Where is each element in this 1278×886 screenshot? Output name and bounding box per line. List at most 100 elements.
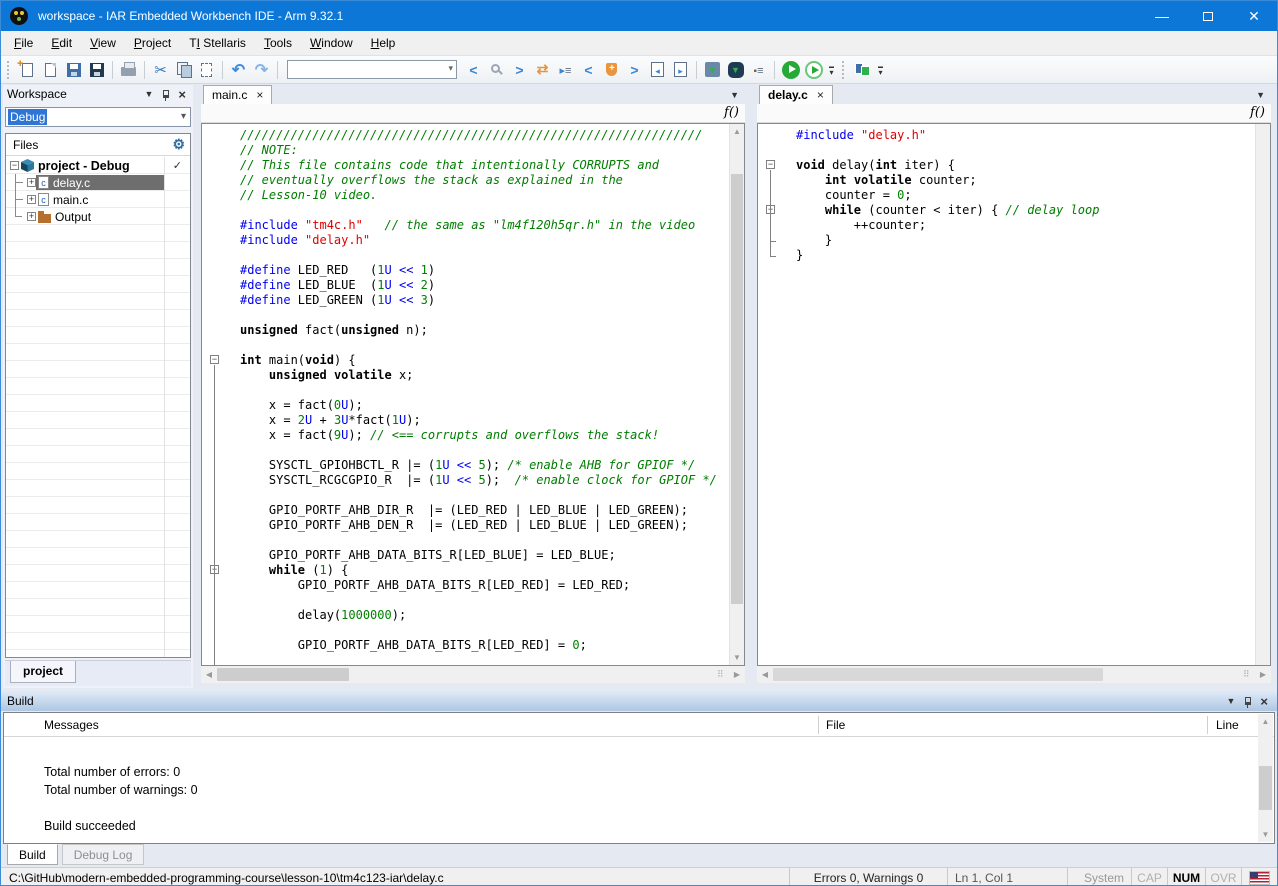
- toolbar-overflow-icon[interactable]: ▾: [825, 60, 838, 80]
- toolbar-search-combo[interactable]: [287, 60, 457, 79]
- horizontal-scrollbar-delay[interactable]: ◀ ⠿ ▶: [757, 666, 1271, 683]
- next-document-icon: [674, 62, 687, 77]
- tree-item-delay-c[interactable]: +cdelay.c: [6, 174, 190, 191]
- panel-menu-icon[interactable]: ▼: [144, 89, 153, 99]
- fold-collapse-icon[interactable]: −: [210, 355, 219, 364]
- code-content-main[interactable]: ////////////////////////////////////////…: [240, 124, 729, 665]
- tree-item-output[interactable]: +Output: [6, 208, 190, 225]
- tree-item-project-debug[interactable]: −project - Debug✓: [6, 157, 190, 174]
- copy-button[interactable]: [172, 58, 195, 81]
- copy-icon: [179, 64, 189, 76]
- goto-function-button[interactable]: f(): [1250, 105, 1265, 120]
- pin-icon[interactable]: [1245, 697, 1251, 705]
- add-bookmark-button[interactable]: [600, 58, 623, 81]
- scroll-thumb[interactable]: [1259, 766, 1272, 810]
- menu-project[interactable]: Project: [125, 32, 180, 54]
- toolbar-grip[interactable]: [842, 61, 847, 79]
- menu-edit[interactable]: Edit: [42, 32, 81, 54]
- code-content-delay[interactable]: #include "delay.h"void delay(int iter) {…: [796, 124, 1255, 665]
- menu-view[interactable]: View: [81, 32, 125, 54]
- sfr-setup-button[interactable]: [851, 58, 874, 81]
- minimize-button[interactable]: —: [1139, 1, 1185, 31]
- scroll-down-icon[interactable]: ▼: [1258, 827, 1273, 842]
- configuration-combo[interactable]: Debug: [5, 107, 191, 127]
- save-all-button[interactable]: [85, 58, 108, 81]
- tab-delay-c[interactable]: delay.c ×: [759, 85, 833, 104]
- redo-button[interactable]: [250, 58, 273, 81]
- maximize-button[interactable]: [1185, 1, 1231, 31]
- horizontal-scrollbar-main[interactable]: ◀ ⠿ ▶: [201, 666, 745, 683]
- toggle-bookmark-button[interactable]: [531, 58, 554, 81]
- tree-expander-icon[interactable]: +: [27, 195, 36, 204]
- close-button[interactable]: ✕: [1231, 1, 1277, 31]
- goto-function-button[interactable]: f(): [724, 105, 739, 120]
- scroll-up-icon[interactable]: ▲: [730, 124, 744, 139]
- menu-file[interactable]: File: [5, 32, 42, 54]
- toolbar-separator: [277, 61, 278, 79]
- tree-expander-icon[interactable]: +: [27, 212, 36, 221]
- previous-document-button[interactable]: [646, 58, 669, 81]
- workspace-files-box: Files ⚙ −project - Debug✓+cdelay.c+cmain…: [5, 133, 191, 658]
- tree-expander-icon[interactable]: −: [10, 161, 19, 170]
- scroll-down-icon[interactable]: ▼: [730, 650, 744, 665]
- download-button[interactable]: [724, 58, 747, 81]
- download-and-debug-button[interactable]: [779, 58, 802, 81]
- resize-grip-icon[interactable]: ⠿: [717, 669, 729, 681]
- tab-list-dropdown-icon[interactable]: ▼: [1256, 90, 1265, 100]
- new-document-button[interactable]: [16, 58, 39, 81]
- vertical-scrollbar-delay[interactable]: [1255, 124, 1270, 665]
- panel-menu-icon[interactable]: ▼: [1226, 696, 1235, 706]
- scroll-thumb[interactable]: [217, 668, 349, 681]
- scroll-thumb[interactable]: [731, 174, 743, 604]
- navigate-forward-button[interactable]: [508, 58, 531, 81]
- gear-icon[interactable]: ⚙: [172, 136, 185, 153]
- toolbar-overflow-icon[interactable]: ▾: [874, 60, 887, 80]
- scroll-up-icon[interactable]: ▲: [1258, 714, 1273, 729]
- scroll-left-icon[interactable]: ◀: [201, 670, 217, 679]
- vertical-scrollbar-main[interactable]: ▲ ▼: [729, 124, 744, 665]
- tab-list-dropdown-icon[interactable]: ▼: [730, 90, 739, 100]
- menu-tools[interactable]: Tools: [255, 32, 301, 54]
- fold-collapse-icon[interactable]: −: [766, 160, 775, 169]
- cut-button[interactable]: [149, 58, 172, 81]
- next-bookmark-button[interactable]: [623, 58, 646, 81]
- undo-button[interactable]: [227, 58, 250, 81]
- batch-build-icon: [754, 63, 764, 77]
- tab-build[interactable]: Build: [7, 844, 58, 865]
- menu-ti-stellaris[interactable]: TI Stellaris: [180, 32, 255, 54]
- tab-close-icon[interactable]: ×: [256, 88, 263, 102]
- folder-icon: [38, 214, 51, 223]
- debug-without-downloading-button[interactable]: [802, 58, 825, 81]
- previous-bookmark-button[interactable]: [577, 58, 600, 81]
- ide-window: workspace - IAR Embedded Workbench IDE -…: [0, 0, 1278, 886]
- pin-icon[interactable]: [163, 90, 169, 98]
- tree-item-main-c[interactable]: +cmain.c: [6, 191, 190, 208]
- save-button[interactable]: [62, 58, 85, 81]
- build-vertical-scrollbar[interactable]: ▲ ▼: [1258, 714, 1273, 842]
- scroll-right-icon[interactable]: ▶: [729, 670, 745, 679]
- paste-button[interactable]: [195, 58, 218, 81]
- tab-debug-log[interactable]: Debug Log: [62, 844, 145, 865]
- menu-help[interactable]: Help: [362, 32, 405, 54]
- navigate-backward-button[interactable]: [462, 58, 485, 81]
- resize-grip-icon[interactable]: ⠿: [1243, 669, 1255, 681]
- make-button[interactable]: [701, 58, 724, 81]
- print-button[interactable]: [117, 58, 140, 81]
- tab-main-c[interactable]: main.c ×: [203, 85, 272, 104]
- scroll-thumb[interactable]: [773, 668, 1103, 681]
- open-document-button[interactable]: [39, 58, 62, 81]
- tab-close-icon[interactable]: ×: [817, 88, 824, 102]
- next-document-button[interactable]: [669, 58, 692, 81]
- scroll-right-icon[interactable]: ▶: [1255, 670, 1271, 679]
- menu-window[interactable]: Window: [301, 32, 362, 54]
- scroll-left-icon[interactable]: ◀: [757, 670, 773, 679]
- find-button[interactable]: [485, 58, 508, 81]
- bookmark-list-button[interactable]: [554, 58, 577, 81]
- panel-close-icon[interactable]: ×: [1260, 694, 1268, 709]
- toggle-bookmark-icon: [537, 61, 549, 78]
- batch-build-button[interactable]: [747, 58, 770, 81]
- workspace-tab-project[interactable]: project: [10, 661, 76, 683]
- panel-close-icon[interactable]: ×: [178, 87, 186, 102]
- toolbar-grip[interactable]: [7, 61, 12, 79]
- tree-expander-icon[interactable]: +: [27, 178, 36, 187]
